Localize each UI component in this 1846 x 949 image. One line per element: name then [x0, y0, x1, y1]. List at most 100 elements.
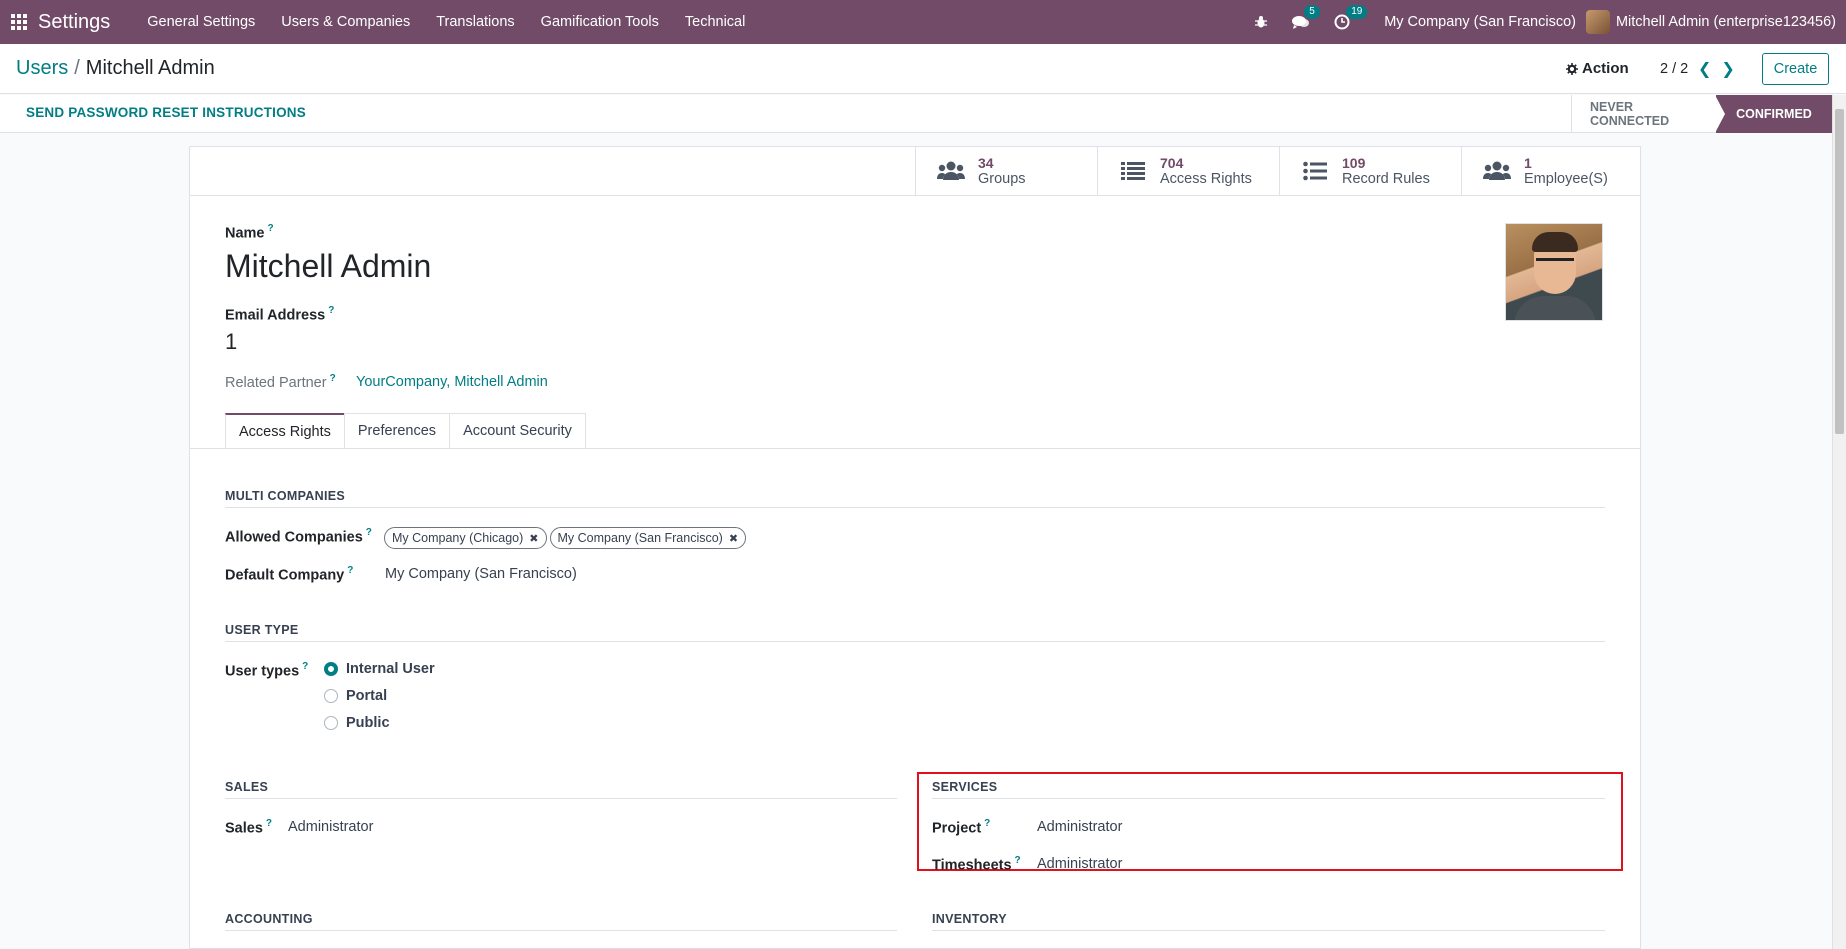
stage-never-connected[interactable]: NEVER CONNECTED: [1571, 95, 1716, 133]
breadcrumb-users-link[interactable]: Users: [16, 57, 68, 79]
user-menu[interactable]: Mitchell Admin (enterprise123456): [1616, 14, 1836, 30]
access-rights-count: 704: [1160, 154, 1184, 171]
page-scrollbar[interactable]: [1832, 95, 1846, 949]
chevron-left-icon[interactable]: ❮: [1698, 59, 1711, 79]
menu-technical[interactable]: Technical: [685, 14, 745, 30]
action-label: Action: [1582, 60, 1629, 77]
menu-general-settings[interactable]: General Settings: [147, 14, 255, 30]
help-icon[interactable]: ?: [302, 661, 308, 672]
section-divider: [225, 641, 1605, 642]
radio-icon[interactable]: [324, 689, 338, 703]
services-highlight-box: [917, 772, 1623, 871]
employees-label: Employee(S): [1524, 170, 1608, 187]
users-icon: [936, 160, 966, 182]
help-icon[interactable]: ?: [330, 373, 336, 384]
name-label-wrap: Name?: [225, 223, 274, 242]
help-icon[interactable]: ?: [268, 223, 274, 234]
systray: 5 19 My Company (San Francisco) Mitchell…: [1242, 0, 1846, 44]
send-password-reset-button[interactable]: SEND PASSWORD RESET INSTRUCTIONS: [26, 105, 306, 120]
company-tag-label: My Company (San Francisco): [557, 531, 723, 545]
groups-label: Groups: [978, 170, 1026, 187]
form-sheet: 34 Groups 704 Access Rights 109 Record Rule…: [189, 146, 1641, 949]
chat-icon[interactable]: 5: [1292, 5, 1320, 30]
breadcrumb-current: Mitchell Admin: [85, 57, 215, 79]
tab-access-rights[interactable]: Access Rights: [225, 413, 345, 449]
section-divider: [932, 930, 1605, 931]
create-button[interactable]: Create: [1762, 53, 1829, 85]
tab-divider: [190, 448, 1640, 449]
help-icon[interactable]: ?: [984, 818, 990, 829]
name-label: Name: [225, 225, 265, 242]
project-field[interactable]: Administrator: [1037, 819, 1122, 835]
help-icon[interactable]: ?: [347, 565, 353, 576]
groups-smart-button[interactable]: 34 Groups: [915, 147, 1097, 195]
allowed-companies-label: Allowed Companies: [225, 529, 363, 546]
allowed-companies-field[interactable]: My Company (Chicago) ✖ My Company (San Fr…: [384, 527, 749, 549]
menu-users-companies[interactable]: Users & Companies: [281, 14, 410, 30]
related-partner-link[interactable]: YourCompany, Mitchell Admin: [356, 374, 548, 390]
tab-preferences[interactable]: Preferences: [343, 413, 451, 448]
clock-icon[interactable]: 19: [1334, 5, 1368, 30]
employees-smart-button[interactable]: 1 Employee(S): [1461, 147, 1643, 195]
list-icon: [1300, 161, 1330, 181]
menu-translations[interactable]: Translations: [436, 14, 514, 30]
related-partner-label: Related Partner: [225, 374, 327, 391]
user-type-portal[interactable]: Portal: [324, 688, 387, 704]
section-divider: [225, 798, 897, 799]
user-type-label: Portal: [346, 688, 388, 704]
email-field[interactable]: 1: [225, 329, 237, 355]
sales-title: SALES: [225, 780, 269, 794]
help-icon[interactable]: ?: [328, 305, 334, 316]
record-rules-count: 109: [1342, 154, 1366, 171]
remove-tag-icon[interactable]: ✖: [529, 532, 538, 545]
action-button[interactable]: Action: [1566, 60, 1629, 77]
record-rules-smart-button[interactable]: 109 Record Rules: [1279, 147, 1461, 195]
groups-count: 34: [978, 154, 994, 171]
timesheets-field[interactable]: Administrator: [1037, 856, 1122, 872]
help-icon[interactable]: ?: [266, 818, 272, 829]
employees-count: 1: [1524, 154, 1532, 171]
menu-gamification-tools[interactable]: Gamification Tools: [541, 14, 659, 30]
apps-menu-icon[interactable]: [0, 0, 38, 44]
timesheets-label: Timesheets: [932, 857, 1012, 874]
services-title: SERVICES: [932, 780, 998, 794]
sales-field[interactable]: Administrator: [288, 819, 373, 835]
stage-confirmed[interactable]: CONFIRMED: [1715, 95, 1832, 133]
user-types-label: User types: [225, 663, 300, 680]
user-photo[interactable]: [1505, 223, 1603, 321]
user-type-public[interactable]: Public: [324, 715, 390, 731]
multi-companies-title: MULTI COMPANIES: [225, 489, 346, 503]
users-icon: [1482, 160, 1512, 182]
user-type-label: Public: [346, 715, 390, 731]
radio-icon[interactable]: [324, 716, 338, 730]
default-company-field[interactable]: My Company (San Francisco): [385, 566, 577, 582]
section-divider: [225, 930, 897, 931]
company-tag: My Company (Chicago) ✖: [384, 527, 547, 549]
gear-icon: [1566, 62, 1578, 75]
access-rights-smart-button[interactable]: 704 Access Rights: [1097, 147, 1279, 195]
name-field[interactable]: Mitchell Admin: [225, 248, 431, 285]
user-avatar[interactable]: [1585, 10, 1610, 34]
user-type-internal[interactable]: Internal User: [324, 661, 435, 677]
list-icon: [1118, 161, 1148, 181]
chevron-right-icon[interactable]: ❯: [1721, 59, 1734, 79]
company-switcher[interactable]: My Company (San Francisco): [1384, 14, 1576, 30]
breadcrumb: Users / Mitchell Admin: [16, 57, 215, 80]
pager-value[interactable]: 2 / 2: [1660, 61, 1688, 77]
section-divider: [932, 798, 1605, 799]
app-name[interactable]: Settings: [38, 11, 110, 34]
radio-checked-icon[interactable]: [324, 662, 338, 676]
help-icon[interactable]: ?: [366, 527, 372, 538]
related-partner-label-wrap: Related Partner?: [225, 373, 336, 391]
sales-label-wrap: Sales?: [225, 818, 272, 837]
help-icon[interactable]: ?: [1015, 855, 1021, 866]
inventory-title: INVENTORY: [932, 912, 1007, 926]
scrollbar-thumb[interactable]: [1835, 109, 1844, 434]
activity-count-badge: 19: [1346, 5, 1368, 19]
tab-account-security[interactable]: Account Security: [449, 413, 586, 448]
chat-count-badge: 5: [1304, 5, 1320, 19]
default-company-label-wrap: Default Company?: [225, 565, 353, 584]
bug-icon[interactable]: [1254, 15, 1268, 29]
pager-nav: ❮ ❯: [1698, 59, 1735, 79]
remove-tag-icon[interactable]: ✖: [729, 532, 738, 545]
